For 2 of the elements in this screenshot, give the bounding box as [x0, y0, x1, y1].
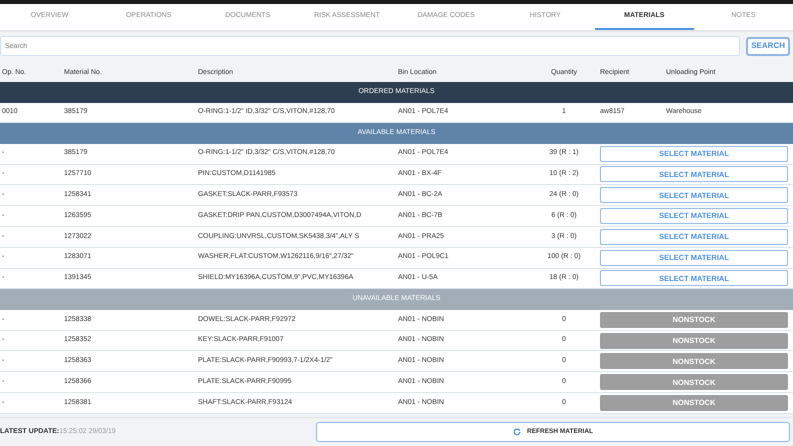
refresh-icon [513, 428, 522, 436]
search-button[interactable]: SEARCH [746, 36, 790, 56]
